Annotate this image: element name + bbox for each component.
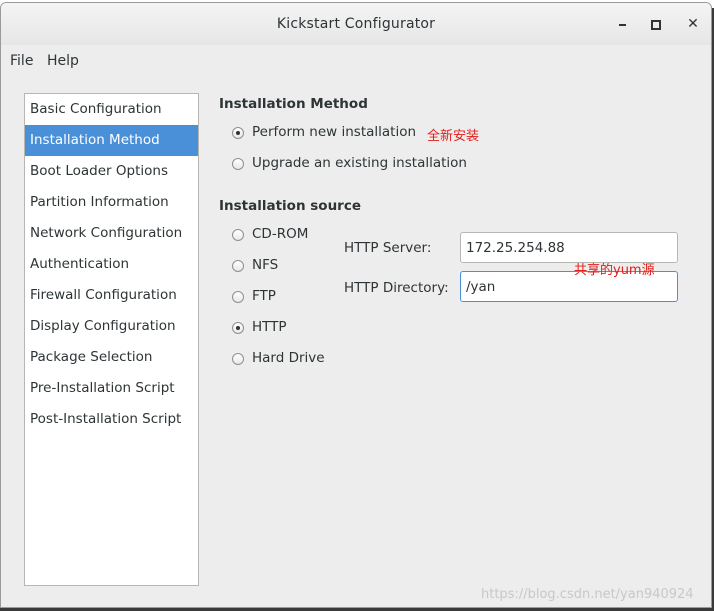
- radio-button[interactable]: [232, 127, 244, 139]
- radio-label: Hard Drive: [252, 350, 325, 366]
- sidebar-item-post-installation-script[interactable]: Post-Installation Script: [25, 404, 198, 435]
- window-title: Kickstart Configurator: [276, 16, 436, 32]
- sidebar-item-boot-loader-options[interactable]: Boot Loader Options: [25, 156, 198, 187]
- annotation-shared-yum-source: 共享的yum源: [574, 263, 655, 278]
- annotation-new-installation: 全新安装: [427, 129, 480, 144]
- sidebar-item-partition-information[interactable]: Partition Information: [25, 187, 198, 218]
- kickstart-window: Kickstart Configurator ✕ File Help Basic…: [0, 2, 712, 608]
- radio-label: FTP: [252, 288, 276, 304]
- sidebar-item-package-selection[interactable]: Package Selection: [25, 342, 198, 373]
- http-directory-label: HTTP Directory:: [344, 280, 449, 296]
- sidebar-item-basic-configuration[interactable]: Basic Configuration: [25, 94, 198, 125]
- radio-button[interactable]: [232, 260, 244, 272]
- sidebar: Basic Configuration Installation Method …: [24, 93, 199, 586]
- menu-file[interactable]: File: [10, 53, 33, 69]
- title-bar[interactable]: Kickstart Configurator ✕: [1, 3, 711, 46]
- sidebar-item-pre-installation-script[interactable]: Pre-Installation Script: [25, 373, 198, 404]
- minimize-icon: [619, 24, 626, 26]
- radio-button[interactable]: [232, 353, 244, 365]
- close-button[interactable]: ✕: [685, 16, 701, 32]
- radio-label: Upgrade an existing installation: [252, 155, 467, 171]
- maximize-icon: [651, 20, 661, 30]
- minimize-button[interactable]: [615, 16, 631, 32]
- http-server-label: HTTP Server:: [344, 240, 432, 256]
- radio-button[interactable]: [232, 291, 244, 303]
- installation-method-heading: Installation Method: [219, 96, 368, 112]
- sidebar-item-installation-method[interactable]: Installation Method: [25, 125, 198, 156]
- installation-source-heading: Installation source: [219, 198, 362, 214]
- sidebar-item-display-configuration[interactable]: Display Configuration: [25, 311, 198, 342]
- radio-button[interactable]: [232, 229, 244, 241]
- sidebar-item-authentication[interactable]: Authentication: [25, 249, 198, 280]
- radio-label: CD-ROM: [252, 226, 309, 242]
- sidebar-item-firewall-configuration[interactable]: Firewall Configuration: [25, 280, 198, 311]
- radio-label: Perform new installation: [252, 124, 417, 140]
- close-icon: ✕: [687, 16, 699, 32]
- radio-label: NFS: [252, 257, 279, 273]
- maximize-button[interactable]: [647, 16, 663, 32]
- radio-label: HTTP: [252, 319, 287, 335]
- radio-button[interactable]: [232, 322, 244, 334]
- radio-button[interactable]: [232, 158, 244, 170]
- menu-bar: File Help: [1, 45, 711, 77]
- watermark: https://blog.csdn.net/yan940924: [481, 587, 694, 602]
- menu-help[interactable]: Help: [47, 53, 79, 69]
- sidebar-item-network-configuration[interactable]: Network Configuration: [25, 218, 198, 249]
